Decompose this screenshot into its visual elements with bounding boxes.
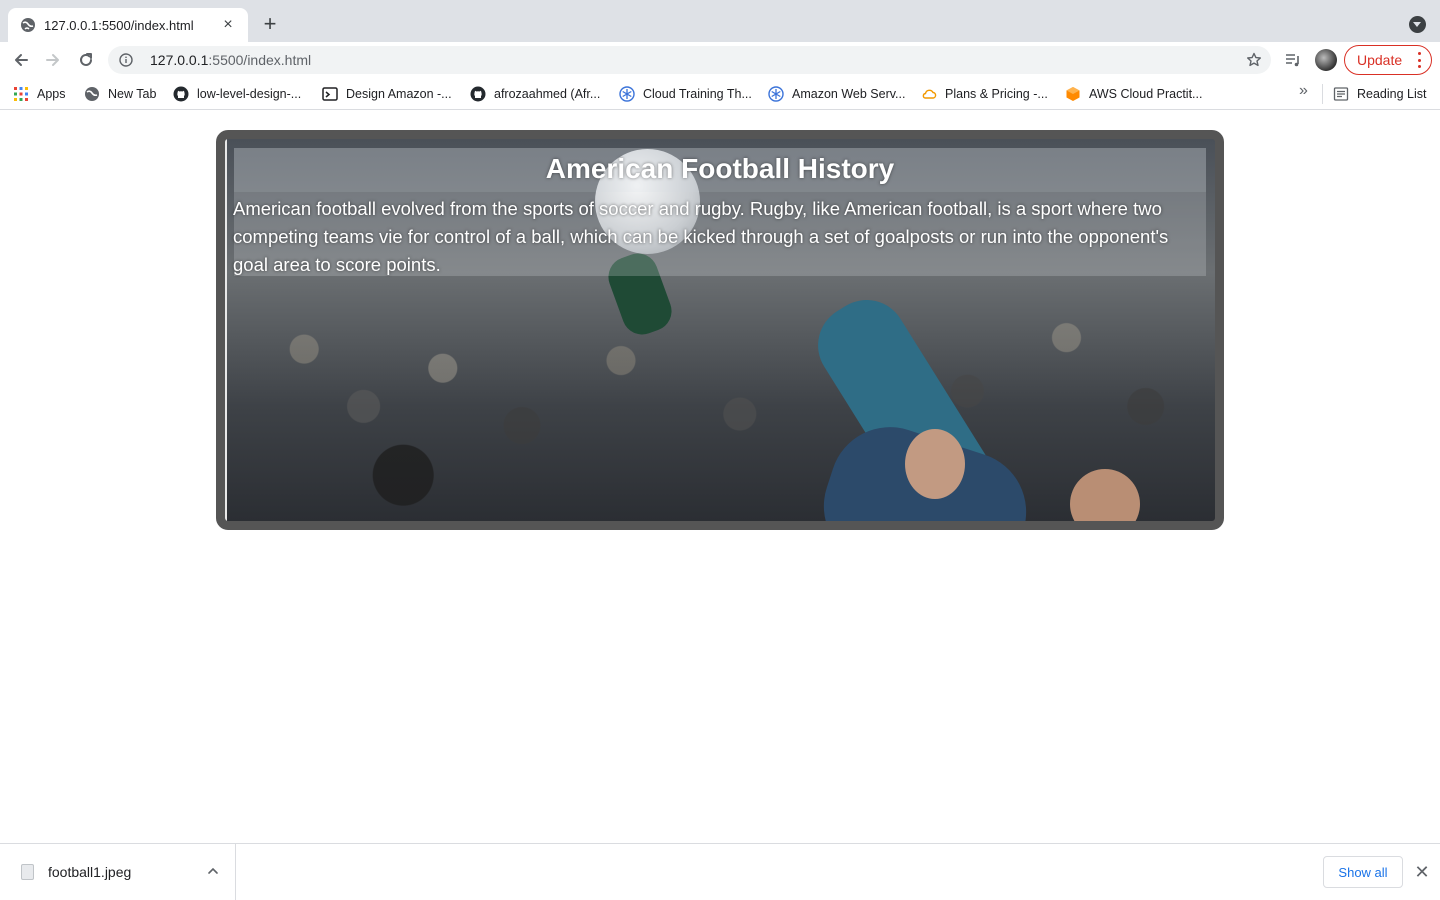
page-title: American Football History (545, 153, 895, 184)
kebab-menu-icon[interactable] (1417, 52, 1421, 68)
snowflake-icon (768, 86, 784, 102)
image-file-icon (21, 864, 34, 880)
bookmark-label: New Tab (108, 87, 157, 101)
url-host: 127.0.0.1 (150, 52, 209, 68)
player-image (905, 429, 965, 499)
globe-icon (20, 17, 36, 33)
github-icon (173, 86, 189, 102)
update-label: Update (1357, 52, 1403, 68)
tab-search-icon[interactable] (1409, 16, 1426, 33)
bookmark-label: Apps (37, 87, 66, 101)
new-tab-button[interactable]: + (258, 13, 282, 37)
tab-strip: 127.0.0.1:5500/index.html × + (0, 0, 1440, 42)
bookmark-label: Amazon Web Serv... (792, 87, 906, 101)
player-image (1070, 469, 1140, 521)
reading-list-icon (1333, 86, 1349, 102)
card-divider (225, 139, 227, 521)
chevron-up-icon[interactable] (204, 862, 222, 880)
page-viewport: American Football History American footb… (0, 111, 1440, 843)
reading-list-button[interactable]: Reading List (1333, 84, 1427, 104)
download-item[interactable]: football1.jpeg (0, 844, 236, 900)
bookmarks-divider (1322, 84, 1323, 104)
apps-grid-icon (13, 86, 29, 102)
download-shelf: football1.jpeg Show all ✕ (0, 843, 1440, 900)
bookmark-afrozaahmed[interactable]: afrozaahmed (Afr... (470, 84, 600, 104)
bookmark-label: AWS Cloud Practit... (1089, 87, 1203, 101)
show-all-button[interactable]: Show all (1323, 856, 1403, 888)
forward-arrow-icon (46, 54, 59, 66)
bookmark-label: low-level-design-... (197, 87, 302, 101)
browser-tab[interactable]: 127.0.0.1:5500/index.html × (8, 8, 248, 42)
bookmark-low-level-design[interactable]: low-level-design-... (173, 84, 301, 104)
forward-button[interactable] (41, 48, 65, 72)
download-file-name: football1.jpeg (48, 864, 132, 880)
cloud-icon (921, 86, 937, 102)
bookmark-new-tab[interactable]: New Tab (84, 84, 156, 104)
back-arrow-icon (15, 54, 28, 66)
profile-avatar[interactable] (1315, 49, 1337, 71)
history-paragraph: American football evolved from the sport… (233, 198, 1169, 275)
bookmark-aws-cloud-practitioner[interactable]: AWS Cloud Practit... (1065, 84, 1202, 104)
close-icon[interactable]: ✕ (1412, 862, 1432, 882)
bookmarks-bar: Apps New Tab low-level-design-... Design… (0, 78, 1440, 110)
update-button[interactable]: Update (1344, 45, 1432, 75)
bookmark-label: afrozaahmed (Afr... (494, 87, 601, 101)
tab-title: 127.0.0.1:5500/index.html (44, 17, 194, 33)
bookmark-cloud-training[interactable]: Cloud Training Th... (619, 84, 752, 104)
snowflake-icon (619, 86, 635, 102)
bookmarks-overflow-button[interactable]: » (1299, 82, 1308, 100)
back-button[interactable] (9, 48, 33, 72)
bookmark-label: Design Amazon -... (346, 87, 452, 101)
globe-icon (84, 86, 100, 102)
github-icon (470, 86, 486, 102)
bookmark-plans-pricing[interactable]: Plans & Pricing -... (921, 84, 1048, 104)
bookmark-design-amazon[interactable]: Design Amazon -... (322, 84, 452, 104)
browser-toolbar: 127.0.0.1 :5500/index.html Update (0, 42, 1440, 78)
reading-list-label: Reading List (1357, 87, 1427, 101)
hexagon-icon (1065, 86, 1081, 102)
reload-icon (80, 53, 92, 66)
url-path: :5500/index.html (208, 52, 312, 68)
media-queue-icon[interactable] (1281, 48, 1305, 72)
tab-close-icon[interactable]: × (220, 17, 236, 33)
address-bar[interactable]: 127.0.0.1 :5500/index.html (108, 46, 1271, 74)
bookmark-label: Plans & Pricing -... (945, 87, 1048, 101)
history-card: American Football History American footb… (216, 130, 1224, 530)
bookmark-apps[interactable]: Apps (13, 84, 66, 104)
site-info-icon[interactable] (118, 52, 134, 68)
bookmark-amazon-web-services[interactable]: Amazon Web Serv... (768, 84, 905, 104)
terminal-icon (322, 86, 338, 102)
reload-button[interactable] (74, 48, 98, 72)
bookmark-star-icon[interactable] (1245, 51, 1263, 69)
bookmark-label: Cloud Training Th... (643, 87, 752, 101)
